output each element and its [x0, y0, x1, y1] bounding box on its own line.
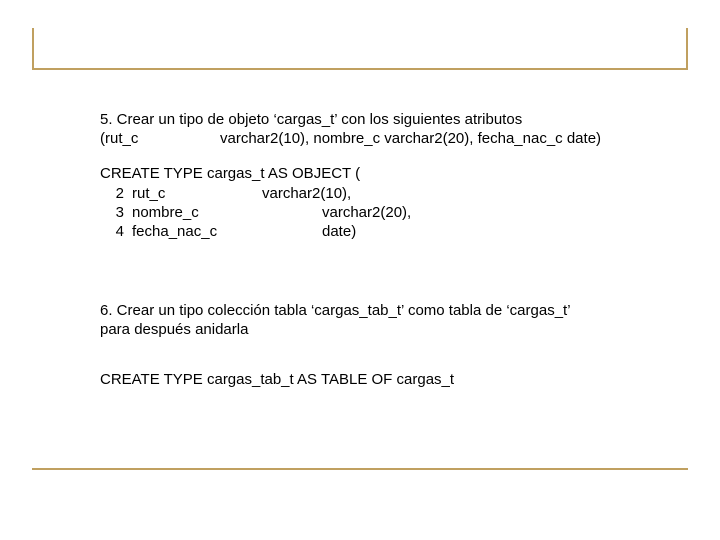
bottom-rule [32, 468, 688, 470]
q6-line2: para después anidarla [100, 320, 660, 339]
question-6: 6. Crear un tipo colección tabla ‘cargas… [100, 301, 660, 339]
q6-line1: 6. Crear un tipo colección tabla ‘cargas… [100, 301, 660, 320]
lineno: 3 [100, 203, 124, 222]
field-type: varchar2(10), [262, 185, 351, 202]
content-area: 5. Crear un tipo de objeto ‘cargas_t’ co… [100, 110, 660, 395]
code-block-5: CREATE TYPE cargas_t AS OBJECT ( 2rut_cv… [100, 164, 660, 241]
title-frame [32, 28, 688, 70]
question-5: 5. Crear un tipo de objeto ‘cargas_t’ co… [100, 110, 660, 148]
q5-rut-label: (rut_c [100, 129, 220, 148]
code6-line: CREATE TYPE cargas_tab_t AS TABLE OF car… [100, 370, 660, 389]
field-name: rut_c [132, 184, 262, 203]
q5-line2: (rut_cvarchar2(10), nombre_c varchar2(20… [100, 129, 660, 148]
code5-line2: 2 rut_cvarchar2(10), [100, 184, 660, 203]
field-type: date) [322, 223, 356, 240]
slide: 5. Crear un tipo de objeto ‘cargas_t’ co… [0, 0, 720, 540]
code-block-6: CREATE TYPE cargas_tab_t AS TABLE OF car… [100, 370, 660, 389]
field-type: varchar2(20), [322, 204, 411, 221]
code5-line4: 4 fecha_nac_cdate) [100, 222, 660, 241]
field-name: nombre_c [132, 203, 322, 222]
code5-head: CREATE TYPE cargas_t AS OBJECT ( [100, 164, 660, 183]
field-name: fecha_nac_c [132, 222, 322, 241]
lineno: 2 [100, 184, 124, 203]
q5-line1: 5. Crear un tipo de objeto ‘cargas_t’ co… [100, 110, 660, 129]
code5-line3: 3 nombre_cvarchar2(20), [100, 203, 660, 222]
lineno: 4 [100, 222, 124, 241]
q5-rest: varchar2(10), nombre_c varchar2(20), fec… [220, 130, 601, 147]
